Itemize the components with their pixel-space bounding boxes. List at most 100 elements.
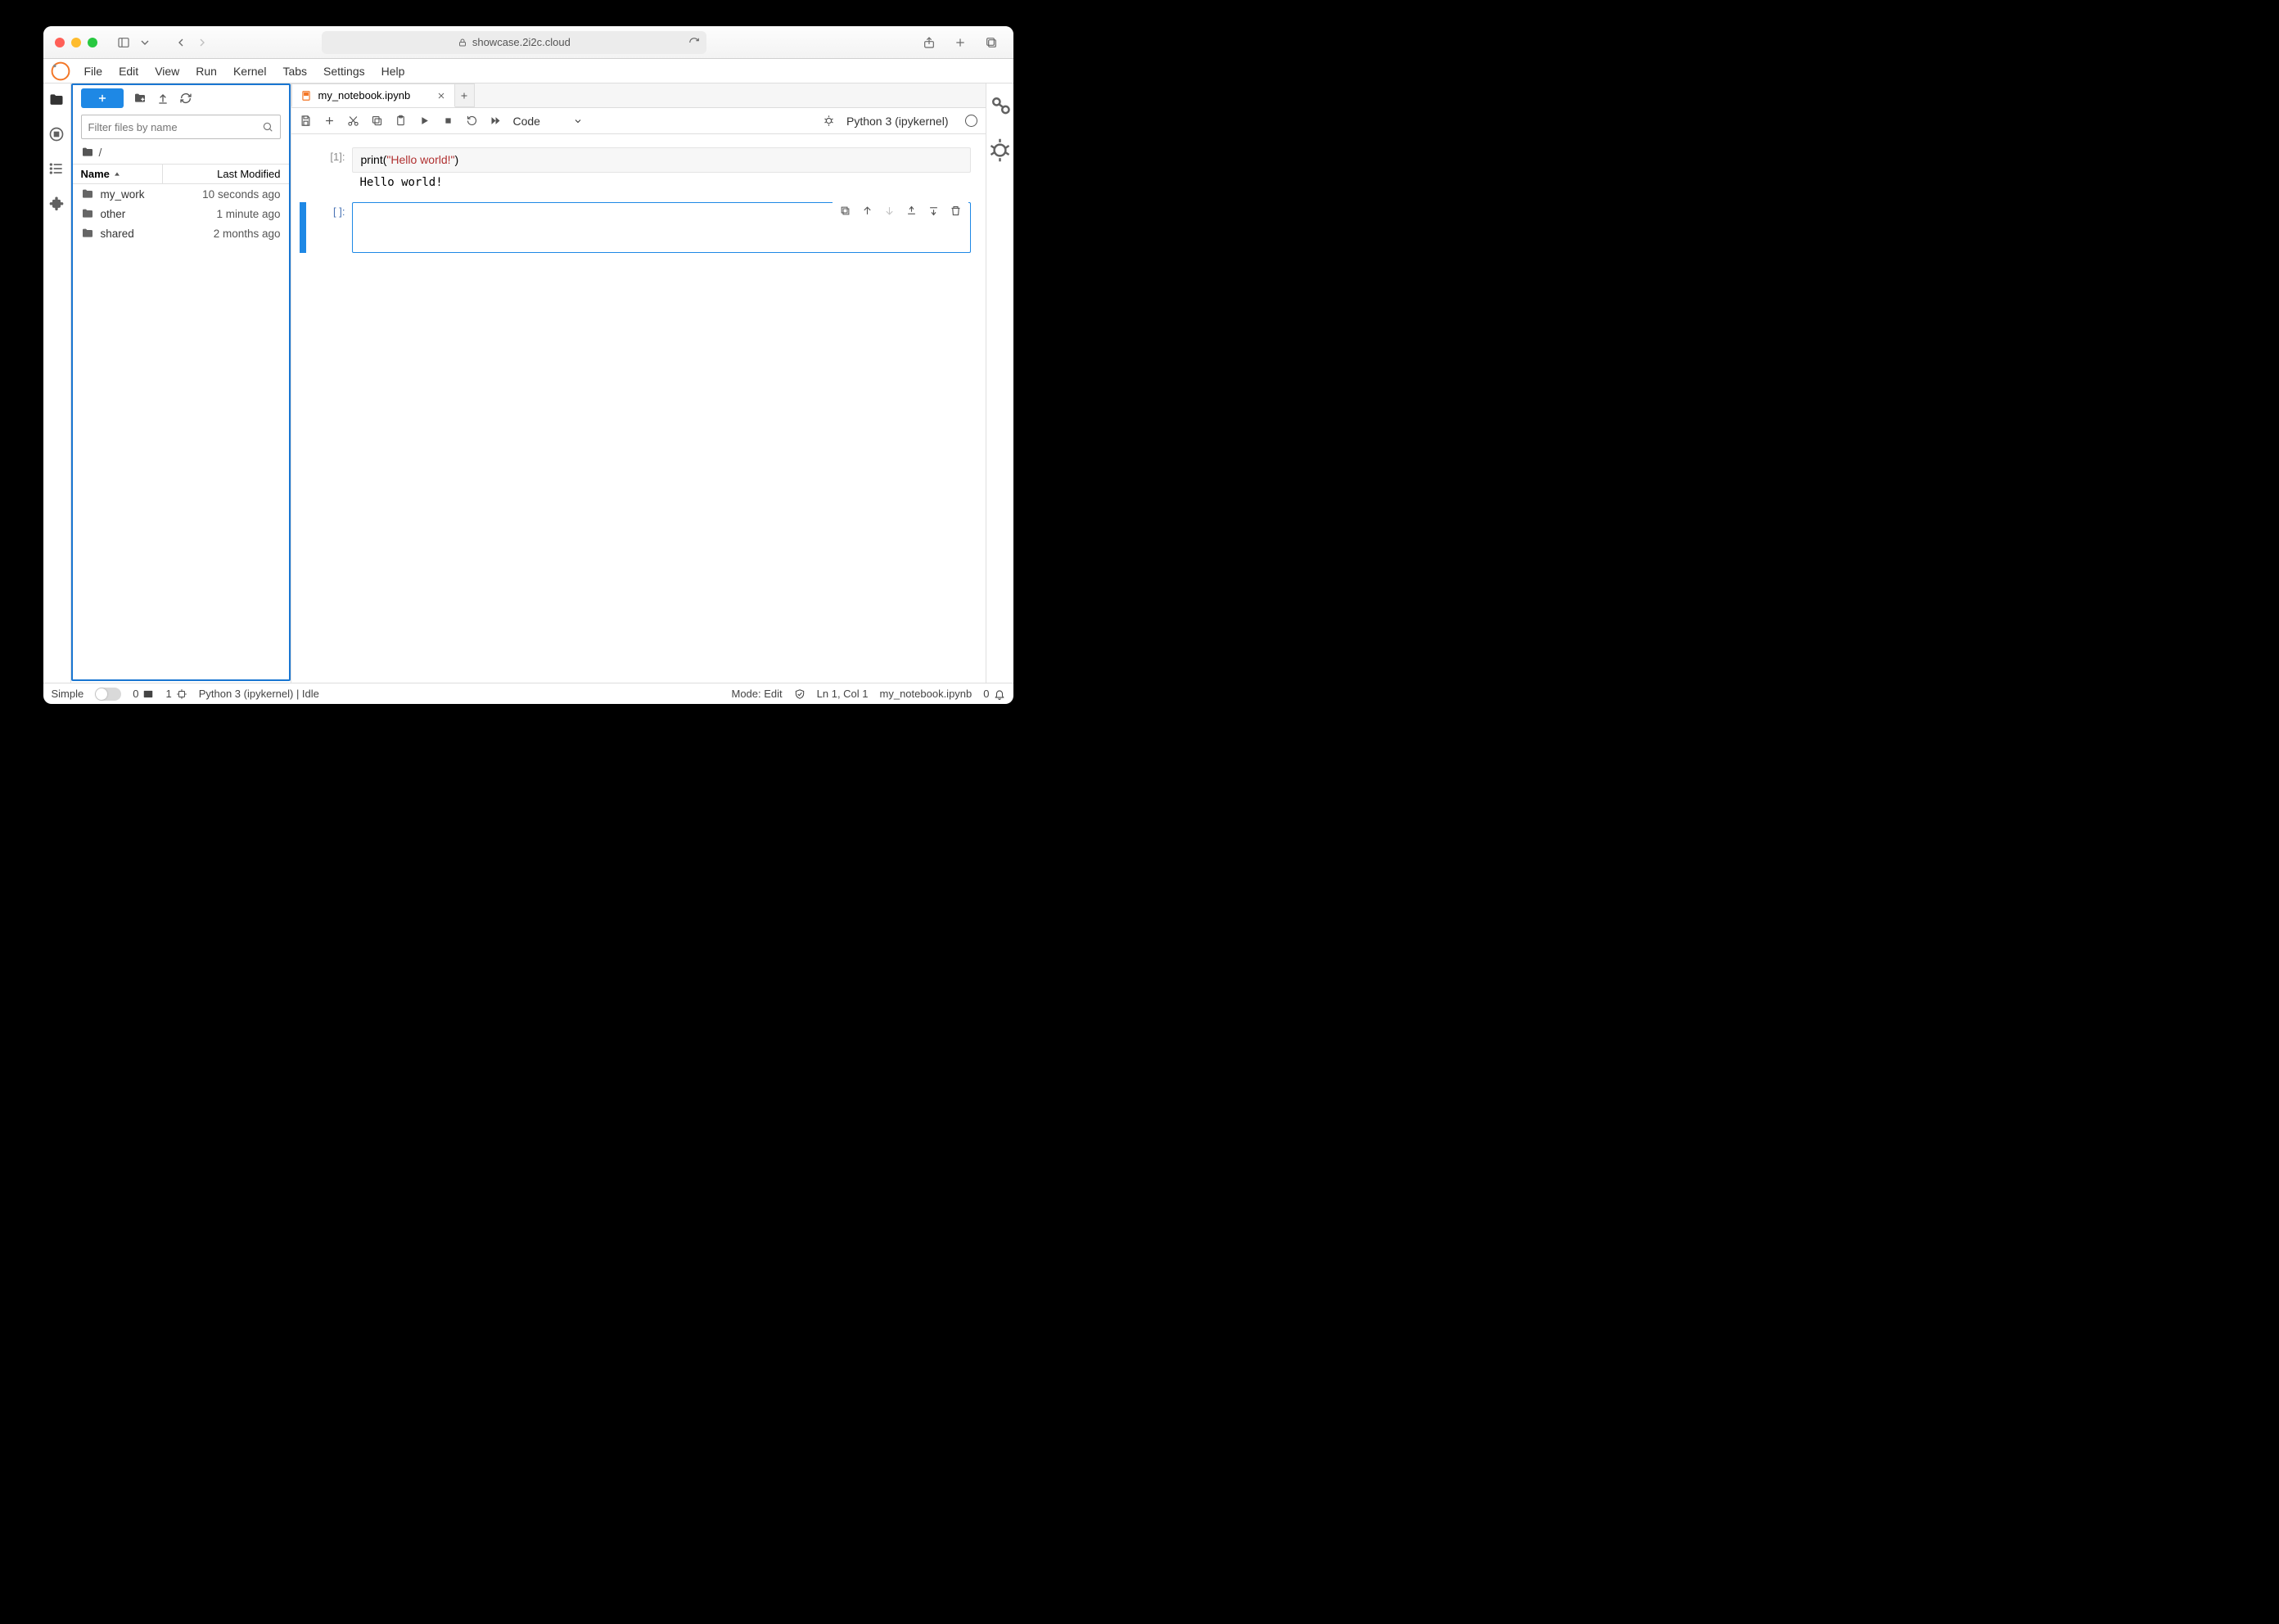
share-icon[interactable] xyxy=(919,33,939,52)
kernel-status-icon[interactable] xyxy=(965,115,977,127)
cut-icon[interactable] xyxy=(347,115,359,127)
tab-title: my_notebook.ipynb xyxy=(318,89,411,102)
file-list-header: Name Last Modified xyxy=(73,164,289,184)
menu-run[interactable]: Run xyxy=(187,61,225,81)
folder-icon xyxy=(81,227,94,240)
document-tabbar: my_notebook.ipynb xyxy=(291,83,986,108)
back-button[interactable] xyxy=(171,33,191,52)
right-activity-bar xyxy=(986,83,1013,683)
tabs-overview-icon[interactable] xyxy=(982,33,1001,52)
list-item[interactable]: other 1 minute ago xyxy=(73,204,289,223)
kernel-status[interactable]: Python 3 (ipykernel) | Idle xyxy=(199,688,319,700)
menu-edit[interactable]: Edit xyxy=(111,61,147,81)
menu-help[interactable]: Help xyxy=(373,61,413,81)
file-modified: 10 seconds ago xyxy=(202,188,280,201)
property-inspector-icon[interactable] xyxy=(986,92,1013,119)
file-browser-panel: / Name Last Modified my_work 10 seconds … xyxy=(71,83,291,681)
run-icon[interactable] xyxy=(418,115,431,127)
running-icon[interactable] xyxy=(48,126,65,142)
file-modified: 2 months ago xyxy=(214,228,281,240)
notifications[interactable]: 0 xyxy=(983,688,1004,700)
window-controls xyxy=(55,38,97,47)
toc-icon[interactable] xyxy=(48,160,65,177)
address-bar[interactable]: showcase.2i2c.cloud xyxy=(322,31,706,54)
new-tab-icon[interactable] xyxy=(950,33,970,52)
status-terminals[interactable]: 1 xyxy=(165,688,187,700)
close-window-icon[interactable] xyxy=(55,38,65,47)
sidebar-toggle-icon[interactable] xyxy=(114,33,133,52)
column-name[interactable]: Name xyxy=(73,165,163,183)
copy-icon[interactable] xyxy=(371,115,383,127)
file-filter-input[interactable] xyxy=(81,115,281,139)
menu-view[interactable]: View xyxy=(147,61,187,81)
paste-icon[interactable] xyxy=(395,115,407,127)
notebook-body[interactable]: [1]: print("Hello world!") Hello world! … xyxy=(291,134,986,683)
file-name: other xyxy=(101,208,217,220)
bell-icon xyxy=(994,688,1005,700)
upload-icon[interactable] xyxy=(156,92,169,105)
save-icon[interactable] xyxy=(300,115,312,127)
insert-below-icon[interactable] xyxy=(927,205,940,217)
trusted-icon[interactable] xyxy=(794,688,806,700)
cell-toolbar xyxy=(833,201,968,220)
add-tab-button[interactable] xyxy=(455,83,475,107)
search-icon xyxy=(262,121,273,133)
mode-indicator: Mode: Edit xyxy=(731,688,782,700)
code-cell[interactable]: [1]: print("Hello world!") Hello world! xyxy=(300,147,971,192)
chevron-down-icon xyxy=(573,116,583,126)
code-input[interactable]: print("Hello world!") xyxy=(352,147,971,173)
lock-icon xyxy=(458,38,467,47)
menu-kernel[interactable]: Kernel xyxy=(225,61,274,81)
move-up-icon[interactable] xyxy=(861,205,873,217)
restart-run-all-icon[interactable] xyxy=(490,115,502,127)
file-modified: 1 minute ago xyxy=(216,208,280,220)
tab-notebook[interactable]: my_notebook.ipynb xyxy=(291,83,455,107)
breadcrumb[interactable]: / xyxy=(73,142,289,164)
main-area: my_notebook.ipynb Code xyxy=(291,83,986,683)
folder-icon[interactable] xyxy=(48,92,65,108)
code-cell[interactable]: [ ]: xyxy=(300,202,971,253)
current-document[interactable]: my_notebook.ipynb xyxy=(880,688,973,700)
extensions-icon[interactable] xyxy=(48,195,65,211)
list-item[interactable]: my_work 10 seconds ago xyxy=(73,184,289,204)
menu-settings[interactable]: Settings xyxy=(315,61,373,81)
menu-tabs[interactable]: Tabs xyxy=(274,61,315,81)
debugger-icon[interactable] xyxy=(986,137,1013,164)
forward-button[interactable] xyxy=(192,33,212,52)
app-window: showcase.2i2c.cloud File Edit View Run K… xyxy=(43,26,1013,704)
list-item[interactable]: shared 2 months ago xyxy=(73,223,289,243)
bug-icon[interactable] xyxy=(823,115,835,127)
delete-icon[interactable] xyxy=(950,205,962,217)
close-icon[interactable] xyxy=(436,91,446,101)
menu-file[interactable]: File xyxy=(76,61,111,81)
file-filter-field[interactable] xyxy=(88,121,262,133)
minimize-window-icon[interactable] xyxy=(71,38,81,47)
jupyter-menubar: File Edit View Run Kernel Tabs Settings … xyxy=(43,59,1013,83)
code-input[interactable] xyxy=(352,202,971,253)
cell-type-selector[interactable]: Code xyxy=(513,115,583,128)
simple-mode-toggle[interactable] xyxy=(95,688,121,701)
new-launcher-button[interactable] xyxy=(81,88,124,108)
chevron-down-icon[interactable] xyxy=(135,33,155,52)
cell-prompt: [1]: xyxy=(309,147,352,192)
status-tabs[interactable]: 0 xyxy=(133,688,154,700)
move-down-icon[interactable] xyxy=(883,205,896,217)
insert-above-icon[interactable] xyxy=(905,205,918,217)
maximize-window-icon[interactable] xyxy=(88,38,97,47)
file-name: shared xyxy=(101,228,214,240)
restart-icon[interactable] xyxy=(466,115,478,127)
cell-output: Hello world! xyxy=(352,173,971,192)
url-text: showcase.2i2c.cloud xyxy=(472,36,571,48)
kernel-name[interactable]: Python 3 (ipykernel) xyxy=(846,115,949,128)
column-modified[interactable]: Last Modified xyxy=(163,165,289,183)
refresh-icon[interactable] xyxy=(179,92,192,105)
reload-icon[interactable] xyxy=(688,37,700,48)
interrupt-icon[interactable] xyxy=(442,115,454,127)
duplicate-icon[interactable] xyxy=(839,205,851,217)
file-name: my_work xyxy=(101,188,203,201)
simple-mode-label: Simple xyxy=(52,688,84,700)
folder-icon xyxy=(81,187,94,201)
insert-cell-icon[interactable] xyxy=(323,115,336,127)
new-folder-icon[interactable] xyxy=(133,92,147,105)
cursor-position[interactable]: Ln 1, Col 1 xyxy=(817,688,869,700)
